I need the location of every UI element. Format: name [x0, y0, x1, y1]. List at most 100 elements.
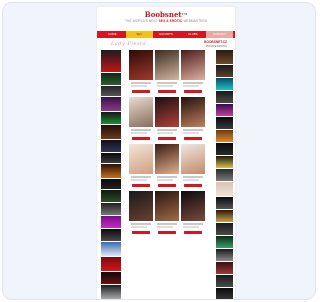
tagline-suffix: WEBMASTERS: [183, 19, 207, 23]
profile-photo[interactable]: [129, 50, 153, 80]
profile-card[interactable]: [155, 50, 179, 97]
ad-banner[interactable]: [216, 117, 233, 129]
ad-banner[interactable]: [216, 223, 233, 235]
profile-name-line: [131, 129, 151, 131]
profile-photo[interactable]: [181, 191, 205, 221]
banner-brand-text: BOOBSNET.CZ: [204, 40, 227, 44]
nav-item[interactable]: CLUBS: [179, 31, 206, 38]
profile-name-line: [157, 129, 177, 131]
ad-banner[interactable]: [101, 140, 121, 152]
nav-item[interactable]: HOME: [99, 31, 126, 38]
profile-name-line: [157, 223, 177, 225]
profile-name-line: [157, 176, 177, 178]
ad-banner[interactable]: [101, 257, 121, 271]
ad-banner[interactable]: [216, 104, 233, 116]
profile-info-line: [183, 179, 199, 181]
nav-item[interactable]: SEX: [125, 31, 153, 38]
ad-banner[interactable]: [216, 182, 233, 196]
profile-card[interactable]: [155, 144, 179, 191]
ad-banner[interactable]: [101, 216, 121, 228]
profile-photo[interactable]: [181, 50, 205, 80]
site-content: [97, 50, 235, 299]
profile-card[interactable]: [129, 97, 153, 144]
ad-banner[interactable]: [216, 130, 233, 142]
nav-item[interactable]: ESCORTS: [153, 31, 180, 38]
ad-banner[interactable]: [101, 125, 121, 139]
ad-banner[interactable]: [216, 249, 233, 261]
ad-banner[interactable]: [101, 164, 121, 178]
logo-text: Boobsnet: [144, 10, 182, 19]
tagline-highlight: SEX & EROTIC: [158, 19, 183, 23]
profile-info-line: [131, 132, 147, 134]
profile-photo[interactable]: [155, 144, 179, 174]
ad-banner[interactable]: [216, 275, 233, 287]
profile-photo[interactable]: [181, 144, 205, 174]
profile-name-line: [183, 82, 203, 84]
ad-banner[interactable]: [101, 272, 121, 284]
ad-banner[interactable]: [101, 229, 121, 241]
ad-banner[interactable]: [216, 197, 233, 209]
profile-card[interactable]: [181, 144, 205, 191]
profile-name-line: [131, 82, 151, 84]
profile-card[interactable]: [155, 97, 179, 144]
ad-banner[interactable]: [101, 86, 121, 96]
ad-banner[interactable]: [216, 156, 233, 168]
profile-card[interactable]: [129, 50, 153, 97]
ad-banner[interactable]: [101, 190, 121, 202]
profile-info-line: [157, 179, 173, 181]
ad-banner[interactable]: [101, 179, 121, 189]
ad-banner[interactable]: [216, 236, 233, 248]
ad-banner[interactable]: [216, 65, 233, 77]
profile-info-line: [183, 226, 199, 228]
website-screenshot[interactable]: BoobsnetTM THE WORLD'S BEST SEX & EROTIC…: [97, 7, 235, 299]
ad-banner[interactable]: [101, 203, 121, 215]
profile-info-line: [183, 85, 199, 87]
ad-banner[interactable]: [101, 242, 121, 256]
profile-name-line: [183, 176, 203, 178]
profile-photo[interactable]: [181, 97, 205, 127]
ad-banner[interactable]: [216, 91, 233, 103]
profile-photo[interactable]: [155, 50, 179, 80]
profile-name-line: [131, 176, 151, 178]
profile-name-line: [183, 223, 203, 225]
profile-photo[interactable]: [129, 144, 153, 174]
site-banner[interactable]: Lady Fiesta BOOBSNET.CZ PRIVATE EROTIC: [97, 39, 235, 50]
profile-photo[interactable]: [155, 191, 179, 221]
ad-banner[interactable]: [101, 50, 121, 72]
ad-banner[interactable]: [216, 210, 233, 222]
right-ad-column: [216, 50, 233, 299]
site-logo[interactable]: BoobsnetTM: [97, 7, 235, 19]
ad-banner[interactable]: [216, 143, 233, 155]
ad-banner[interactable]: [216, 78, 233, 90]
profile-info-line: [157, 132, 173, 134]
banner-sub-text: PRIVATE EROTIC: [205, 45, 227, 48]
profile-card[interactable]: [129, 191, 153, 238]
profile-info-line: [157, 226, 173, 228]
profile-card[interactable]: [181, 97, 205, 144]
profile-name-line: [131, 223, 151, 225]
ad-banner[interactable]: [216, 262, 233, 274]
nav-item[interactable]: CONTACT: [206, 31, 233, 38]
profile-photo[interactable]: [155, 97, 179, 127]
ad-banner[interactable]: [101, 112, 121, 124]
ad-banner[interactable]: [101, 73, 121, 85]
profile-card[interactable]: [129, 144, 153, 191]
profile-photo[interactable]: [129, 97, 153, 127]
profile-card[interactable]: [155, 191, 179, 238]
ad-banner[interactable]: [101, 153, 121, 163]
ad-banner[interactable]: [101, 97, 121, 111]
profile-card[interactable]: [181, 191, 205, 238]
profile-info-line: [131, 226, 147, 228]
profile-info-line: [157, 85, 173, 87]
profile-photo[interactable]: [129, 191, 153, 221]
banner-script-text: Lady Fiesta: [111, 41, 146, 47]
profile-info-line: [183, 132, 199, 134]
profile-info-line: [131, 179, 147, 181]
ad-banner[interactable]: [216, 288, 233, 299]
ad-banner[interactable]: [216, 169, 233, 181]
logo-mark: TM: [181, 12, 188, 16]
profile-card[interactable]: [181, 50, 205, 97]
ad-banner[interactable]: [101, 285, 121, 299]
ad-banner[interactable]: [216, 50, 233, 64]
